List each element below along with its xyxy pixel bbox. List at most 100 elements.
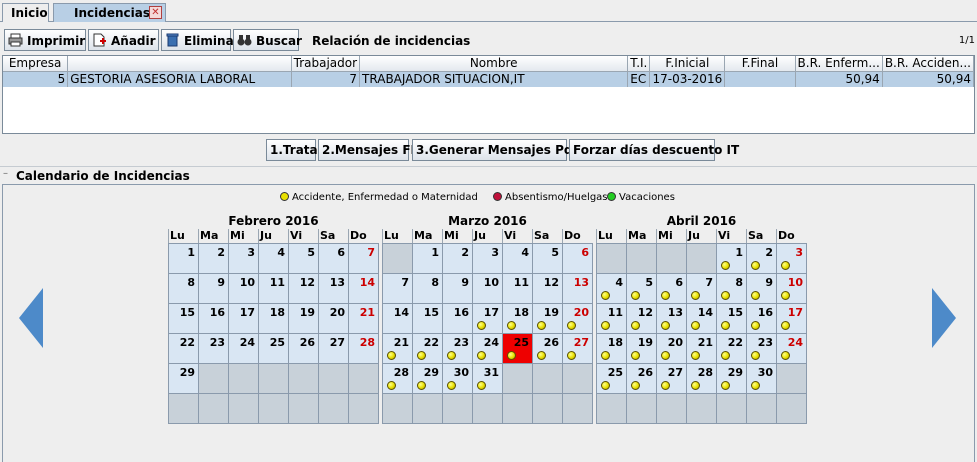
close-icon[interactable]: ✕ <box>149 6 162 19</box>
day-cell[interactable]: 15 <box>169 304 199 334</box>
day-cell[interactable]: 1 <box>413 244 443 274</box>
day-cell[interactable]: 23 <box>747 334 777 364</box>
day-cell[interactable]: 19 <box>533 304 563 334</box>
day-cell[interactable]: 17 <box>473 304 503 334</box>
forzar-dias-button[interactable]: Forzar días descuento IT <box>569 139 739 161</box>
day-cell[interactable]: 1 <box>169 244 199 274</box>
day-cell[interactable]: 30 <box>443 364 473 394</box>
calendar-section-header[interactable]: – Calendario de Incidencias <box>0 166 977 184</box>
day-cell[interactable]: 8 <box>413 274 443 304</box>
collapse-icon[interactable]: – <box>3 168 8 179</box>
day-cell[interactable]: 27 <box>319 334 349 364</box>
day-cell[interactable]: 4 <box>597 274 627 304</box>
search-button[interactable]: Buscar <box>233 29 302 51</box>
day-cell[interactable]: 27 <box>657 364 687 394</box>
day-cell[interactable]: 29 <box>413 364 443 394</box>
day-cell[interactable]: 12 <box>289 274 319 304</box>
day-cell[interactable]: 16 <box>443 304 473 334</box>
col-br-enferm[interactable]: B.R. Enferm... <box>795 56 883 72</box>
day-cell[interactable]: 18 <box>597 334 627 364</box>
add-button[interactable]: Añadir <box>88 29 159 51</box>
day-cell[interactable]: 11 <box>259 274 289 304</box>
day-cell[interactable]: 6 <box>657 274 687 304</box>
day-cell[interactable]: 7 <box>349 244 379 274</box>
day-cell[interactable]: 16 <box>199 304 229 334</box>
day-cell[interactable]: 18 <box>259 304 289 334</box>
day-cell[interactable]: 12 <box>533 274 563 304</box>
day-cell[interactable]: 31 <box>473 364 503 394</box>
day-cell[interactable]: 2 <box>443 244 473 274</box>
day-cell[interactable]: 25 <box>503 334 533 364</box>
day-cell[interactable]: 4 <box>503 244 533 274</box>
day-cell[interactable]: 22 <box>717 334 747 364</box>
next-month-arrow-icon[interactable] <box>932 288 956 348</box>
day-cell[interactable]: 23 <box>443 334 473 364</box>
day-cell[interactable]: 23 <box>199 334 229 364</box>
tab-inicio[interactable]: Inicio <box>2 3 49 22</box>
day-cell[interactable]: 21 <box>687 334 717 364</box>
day-cell[interactable]: 10 <box>229 274 259 304</box>
day-cell[interactable]: 14 <box>687 304 717 334</box>
day-cell[interactable]: 21 <box>349 304 379 334</box>
col-empresa[interactable]: Empresa <box>3 56 69 72</box>
day-cell[interactable]: 29 <box>169 364 199 394</box>
table-row[interactable]: 5 GESTORIA ASESORIA LABORAL 7 TRABAJADOR… <box>3 71 975 87</box>
day-cell[interactable]: 1 <box>717 244 747 274</box>
day-cell[interactable]: 24 <box>229 334 259 364</box>
day-cell[interactable]: 5 <box>289 244 319 274</box>
day-cell[interactable]: 2 <box>199 244 229 274</box>
day-cell[interactable]: 19 <box>289 304 319 334</box>
day-cell[interactable]: 10 <box>473 274 503 304</box>
day-cell[interactable]: 9 <box>747 274 777 304</box>
day-cell[interactable]: 16 <box>747 304 777 334</box>
day-cell[interactable]: 6 <box>563 244 593 274</box>
day-cell[interactable]: 29 <box>717 364 747 394</box>
day-cell[interactable]: 28 <box>383 364 413 394</box>
day-cell[interactable]: 14 <box>383 304 413 334</box>
day-cell[interactable]: 21 <box>383 334 413 364</box>
day-cell[interactable]: 6 <box>319 244 349 274</box>
day-cell[interactable]: 11 <box>597 304 627 334</box>
day-cell[interactable]: 27 <box>563 334 593 364</box>
day-cell[interactable]: 13 <box>563 274 593 304</box>
day-cell[interactable]: 13 <box>319 274 349 304</box>
day-cell[interactable]: 24 <box>473 334 503 364</box>
print-button[interactable]: Imprimir ▼ <box>4 29 95 51</box>
generar-mensajes-button[interactable]: 3.Generar Mensajes Pdtes <box>412 139 594 161</box>
col-trabajador[interactable]: Trabajador <box>291 56 361 72</box>
tab-incidencias[interactable]: Incidencias ✕ <box>53 3 166 22</box>
day-cell[interactable]: 26 <box>289 334 319 364</box>
day-cell[interactable]: 3 <box>777 244 807 274</box>
day-cell[interactable]: 5 <box>627 274 657 304</box>
col-nombre[interactable]: Nombre <box>359 56 629 72</box>
day-cell[interactable]: 8 <box>717 274 747 304</box>
day-cell[interactable]: 20 <box>657 334 687 364</box>
col-ffinal[interactable]: F.Final <box>724 56 796 72</box>
day-cell[interactable]: 8 <box>169 274 199 304</box>
day-cell[interactable]: 28 <box>349 334 379 364</box>
day-cell[interactable]: 18 <box>503 304 533 334</box>
day-cell[interactable]: 9 <box>443 274 473 304</box>
day-cell[interactable]: 14 <box>349 274 379 304</box>
day-cell[interactable]: 13 <box>657 304 687 334</box>
day-cell[interactable]: 25 <box>259 334 289 364</box>
day-cell[interactable]: 22 <box>413 334 443 364</box>
day-cell[interactable]: 20 <box>319 304 349 334</box>
day-cell[interactable]: 15 <box>413 304 443 334</box>
day-cell[interactable]: 28 <box>687 364 717 394</box>
col-ti[interactable]: T.I. <box>627 56 651 72</box>
col-br-acciden[interactable]: B.R. Acciden... <box>882 56 975 72</box>
day-cell[interactable]: 3 <box>473 244 503 274</box>
tratar-button[interactable]: 1.Tratar <box>266 139 324 161</box>
day-cell[interactable]: 30 <box>747 364 777 394</box>
incidents-table[interactable]: Empresa Trabajador Nombre T.I. F.Inicial… <box>2 55 975 134</box>
day-cell[interactable]: 10 <box>777 274 807 304</box>
day-cell[interactable]: 15 <box>717 304 747 334</box>
mensajes-fdi-button[interactable]: 2.Mensajes FDI <box>318 139 425 161</box>
col-empresa-nombre[interactable] <box>67 56 292 72</box>
day-cell[interactable]: 7 <box>383 274 413 304</box>
col-finicial[interactable]: F.Inicial <box>649 56 726 72</box>
day-cell[interactable]: 25 <box>597 364 627 394</box>
day-cell[interactable]: 20 <box>563 304 593 334</box>
day-cell[interactable]: 4 <box>259 244 289 274</box>
